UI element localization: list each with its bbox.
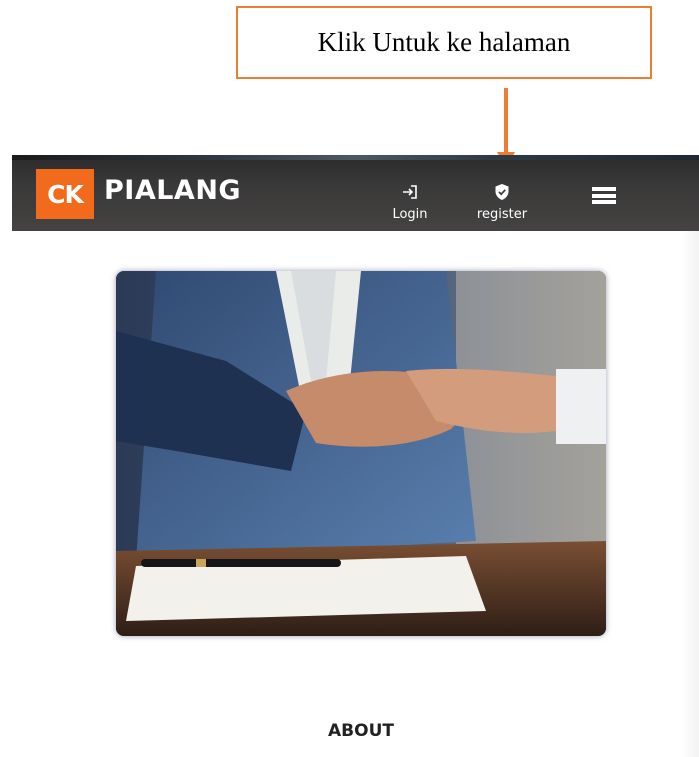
login-icon: [401, 183, 419, 201]
annotation-arrow: [504, 88, 508, 154]
register-link[interactable]: register: [467, 183, 537, 222]
scroll-edge: [682, 231, 699, 757]
hero-image: [116, 271, 606, 636]
login-label: Login: [392, 207, 428, 222]
top-navbar: CK PIALANG Login register: [12, 155, 699, 231]
annotation-callout: Klik Untuk ke halaman: [236, 6, 652, 79]
register-label: register: [476, 207, 528, 222]
logo-badge-text: CK: [47, 179, 84, 209]
shield-check-icon: [494, 183, 510, 201]
logo-badge[interactable]: CK: [36, 169, 94, 219]
logo-text[interactable]: PIALANG: [104, 175, 241, 206]
login-link[interactable]: Login: [375, 183, 445, 222]
annotation-callout-text: Klik Untuk ke halaman: [317, 27, 571, 57]
handshake-photo: [116, 271, 606, 636]
hamburger-menu-icon[interactable]: [592, 187, 616, 204]
section-title-about: ABOUT: [328, 721, 394, 741]
